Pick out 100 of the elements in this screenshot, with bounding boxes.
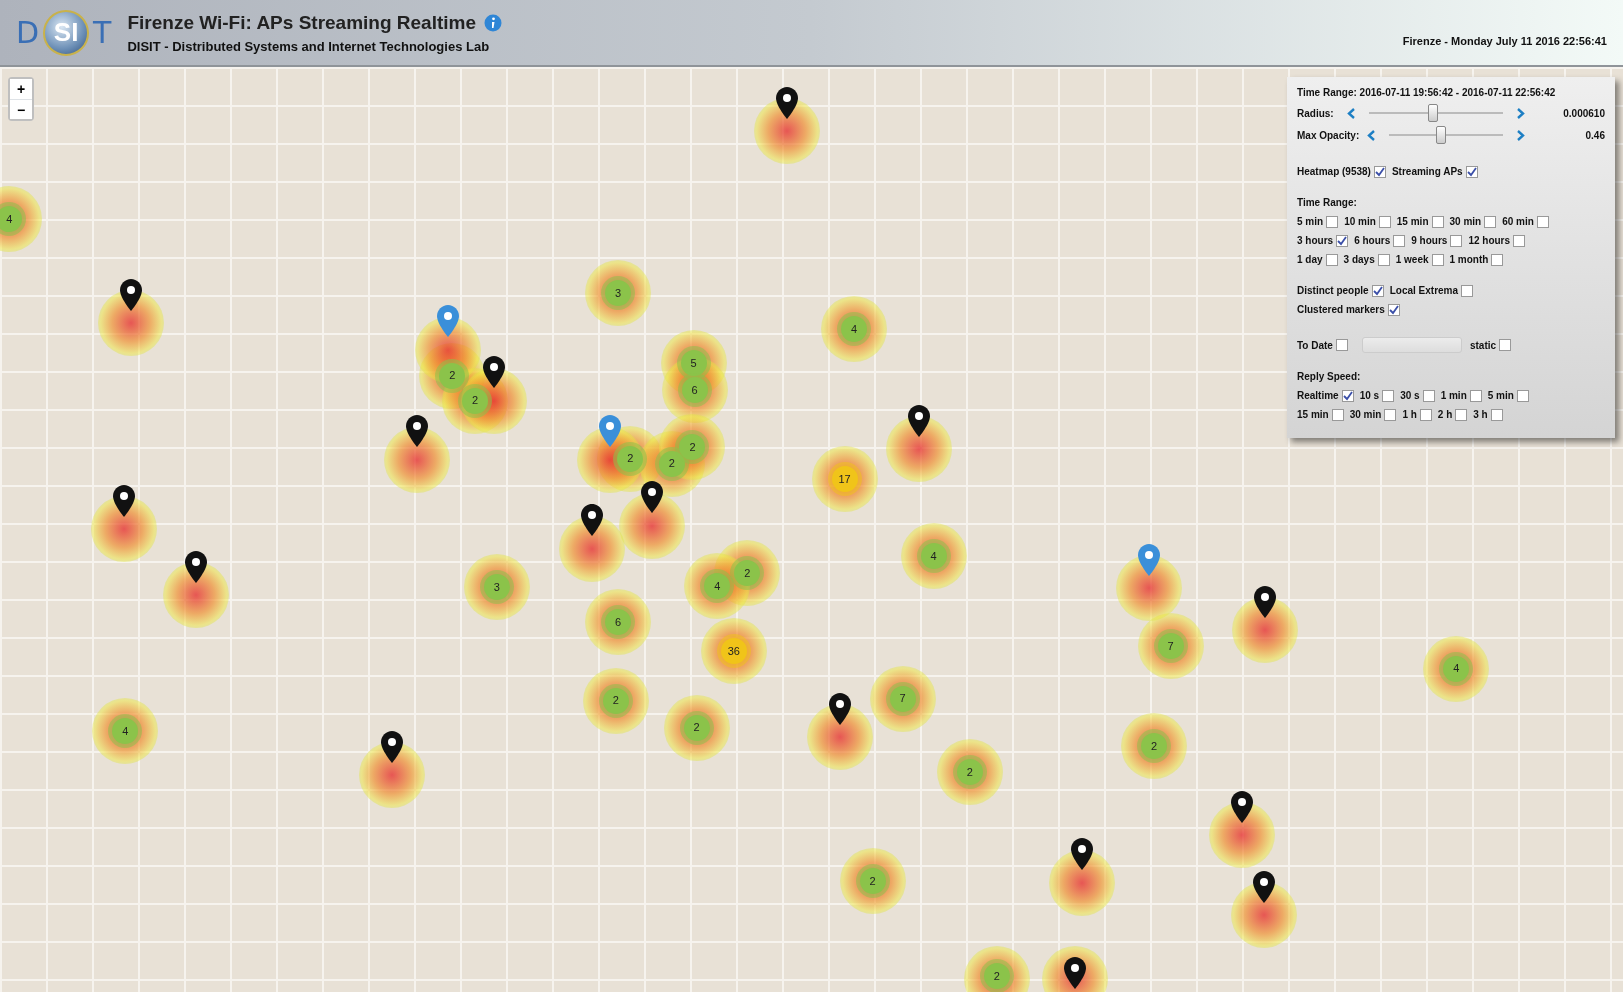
checkbox-label: 3 hours [1297, 234, 1334, 248]
checkbox[interactable] [1490, 408, 1503, 421]
map-pin-icon[interactable] [120, 278, 143, 311]
checkbox[interactable] [1484, 215, 1497, 228]
checkbox-label: Heatmap (9538) [1297, 165, 1371, 179]
slider-value: 0.46 [1584, 128, 1605, 143]
slider-label: Radius: [1297, 106, 1335, 121]
checkbox[interactable] [1335, 339, 1348, 351]
checkbox-label: 60 min [1502, 215, 1534, 229]
slider-value: 0.000610 [1562, 106, 1605, 121]
checkbox[interactable] [1431, 253, 1444, 266]
map-pin-icon[interactable] [908, 404, 931, 437]
checkbox-label: Streaming APs [1391, 165, 1463, 179]
checkbox[interactable] [1384, 408, 1397, 421]
globe-logo: SI [43, 9, 90, 56]
checkbox[interactable] [1491, 253, 1504, 266]
slider-thumb[interactable] [1428, 104, 1439, 122]
page-title: Firenze Wi-Fi: APs Streaming Realtime [127, 10, 477, 35]
map-pin-icon[interactable] [775, 87, 798, 120]
checkbox[interactable] [1422, 389, 1435, 402]
checkbox-label: 30 s [1400, 389, 1420, 403]
checkbox[interactable] [1450, 234, 1463, 247]
section-heading: Time Range: [1297, 196, 1358, 210]
checkbox-label: Local Extrema [1389, 284, 1459, 298]
map-pin-icon[interactable] [113, 484, 136, 517]
zoom-out-button[interactable]: − [10, 99, 32, 119]
checkbox[interactable] [1341, 389, 1354, 402]
map-pin-icon[interactable] [381, 730, 404, 763]
checkbox-label: Realtime [1297, 389, 1339, 403]
checkbox[interactable] [1455, 408, 1468, 421]
chevron-left-icon[interactable] [1347, 107, 1355, 119]
checkbox[interactable] [1431, 215, 1444, 228]
date-field[interactable] [1361, 337, 1462, 353]
map-pin-icon[interactable] [1252, 870, 1275, 903]
chevron-right-icon[interactable] [1517, 129, 1525, 141]
map-pin-icon[interactable] [641, 481, 664, 514]
checkbox[interactable] [1469, 389, 1482, 402]
checkbox-label: 15 min [1396, 215, 1429, 229]
checkbox[interactable] [1393, 234, 1406, 247]
checkbox-label: 5 min [1297, 215, 1324, 229]
chevron-right-icon[interactable] [1517, 107, 1525, 119]
map-pin-icon[interactable] [184, 550, 207, 583]
checkbox-label: 6 hours [1354, 234, 1391, 248]
checkbox-label: 15 min [1297, 408, 1329, 422]
checkbox[interactable] [1373, 165, 1386, 178]
checkbox-label: static [1469, 338, 1497, 353]
checkbox-label: 3 days [1343, 253, 1375, 267]
chevron-left-icon[interactable] [1367, 129, 1375, 141]
checkbox[interactable] [1465, 165, 1478, 178]
cluster-marker[interactable]: 4 [0, 206, 23, 233]
map-pin-icon[interactable] [829, 692, 852, 725]
checkbox-label: 1 week [1395, 253, 1429, 267]
checkbox[interactable] [1378, 215, 1391, 228]
checkbox-label: 1 month [1449, 253, 1489, 267]
section-heading: Reply Speed: [1297, 370, 1362, 384]
checkbox[interactable] [1536, 215, 1549, 228]
map-pin-icon[interactable] [1231, 790, 1254, 823]
checkbox-label: 3 h [1473, 408, 1488, 422]
checkbox[interactable] [1461, 284, 1474, 297]
checkbox[interactable] [1326, 215, 1339, 228]
checkbox-label: 1 min [1440, 389, 1467, 403]
checkbox[interactable] [1371, 284, 1384, 297]
checkbox-label: To Date [1297, 338, 1333, 353]
date-time: Firenze - Monday July 11 2016 22:56:41 [1402, 33, 1607, 49]
checkbox-label: 30 min [1449, 215, 1482, 229]
slider-label: Max Opacity: [1297, 128, 1361, 143]
checkbox[interactable] [1516, 389, 1529, 402]
map-pin-icon[interactable] [581, 504, 604, 537]
map-pin-icon[interactable] [482, 356, 505, 389]
checkbox[interactable] [1513, 234, 1526, 247]
checkbox[interactable] [1382, 389, 1395, 402]
map-pin-icon[interactable] [406, 415, 429, 448]
checkbox[interactable] [1331, 408, 1344, 421]
logo-letter: T [93, 14, 112, 52]
heat-spot [619, 492, 686, 559]
logo-letter: D [16, 14, 40, 52]
checkbox[interactable] [1336, 234, 1349, 247]
checkbox-label: 1 h [1402, 408, 1417, 422]
checkbox-label: 12 hours [1468, 234, 1511, 248]
checkbox-label: 10 min [1344, 215, 1376, 229]
checkbox[interactable] [1387, 303, 1400, 316]
checkbox-label: Distinct people [1297, 284, 1369, 298]
info-icon[interactable] [484, 13, 503, 32]
map-pin-icon[interactable] [1253, 585, 1276, 618]
map-pin-icon[interactable] [1070, 838, 1093, 871]
checkbox[interactable] [1419, 408, 1432, 421]
checkbox[interactable] [1377, 253, 1390, 266]
checkbox[interactable] [1499, 339, 1512, 351]
slider-thumb[interactable] [1436, 126, 1447, 144]
checkbox-label: 30 min [1349, 408, 1382, 422]
checkbox[interactable] [1325, 253, 1338, 266]
subtitle: DISIT - Distributed Systems and Internet Technologies Lab [127, 38, 491, 56]
checkbox-label: 5 min [1487, 389, 1514, 403]
time-range-text: Time Range: 2016-07-11 19:56:42 - 2016-07-11 22:56:42 [1297, 86, 1557, 100]
checkbox-label: 1 day [1297, 253, 1323, 267]
map-pin-icon[interactable] [1064, 957, 1087, 989]
checkbox-label: 2 h [1437, 408, 1453, 422]
checkbox-label: Clustered markers [1297, 303, 1385, 317]
checkbox-label: 10 s [1359, 389, 1380, 403]
checkbox-label: 9 hours [1411, 234, 1448, 248]
